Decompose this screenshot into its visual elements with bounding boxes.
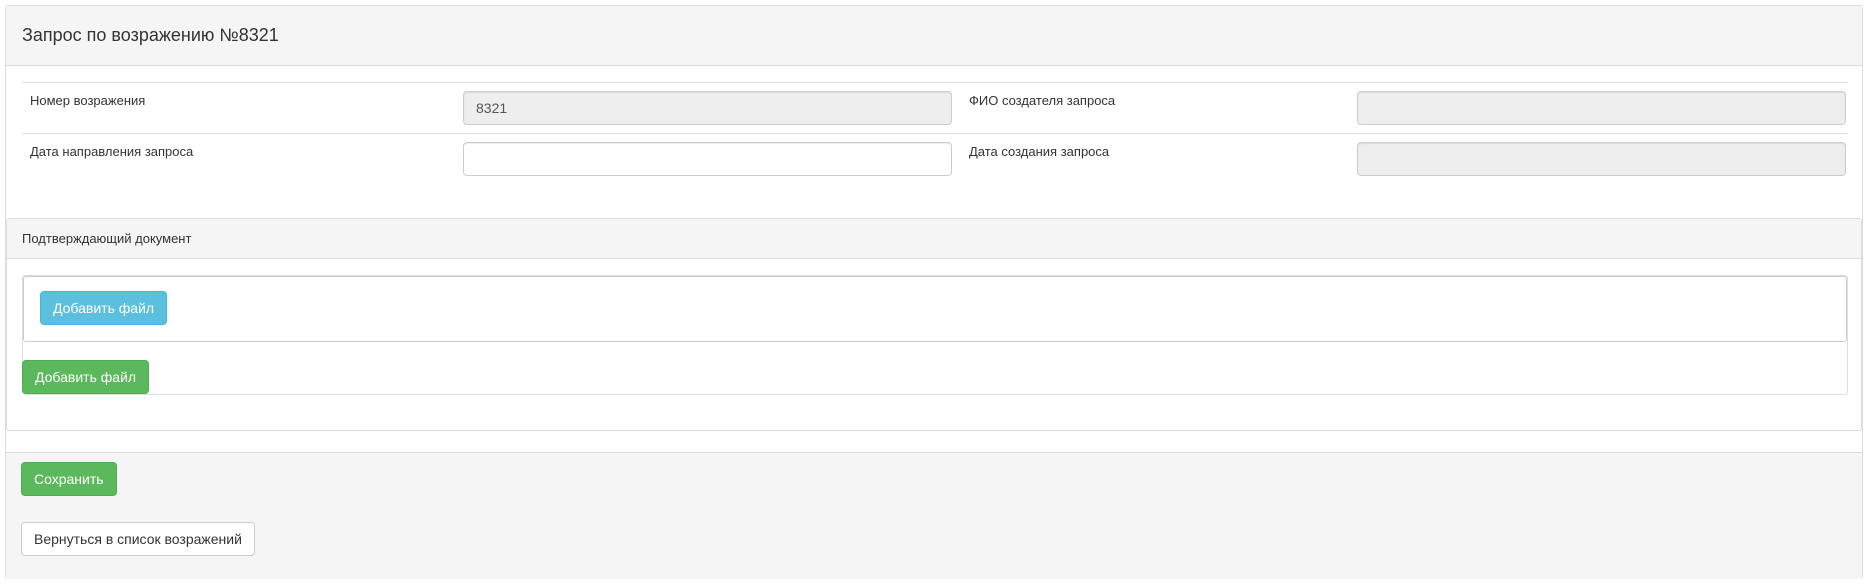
- file-upload-row: Добавить файл: [23, 276, 1847, 342]
- save-button[interactable]: Сохранить: [21, 462, 117, 496]
- request-form-table: Номер возражения ФИО создателя запроса Д…: [22, 82, 1848, 185]
- supporting-document-title: Подтверждающий документ: [22, 231, 192, 246]
- form-row-1: Номер возражения ФИО создателя запроса: [22, 83, 1848, 134]
- created-date-label: Дата создания запроса: [969, 144, 1110, 159]
- creator-name-field[interactable]: [1357, 91, 1846, 125]
- objection-request-panel: Запрос по возражению №8321 Номер возраже…: [5, 5, 1863, 579]
- panel-heading: Запрос по возражению №8321: [6, 6, 1862, 66]
- form-row-2: Дата направления запроса Дата создания з…: [22, 134, 1848, 185]
- objection-number-label: Номер возражения: [30, 93, 146, 108]
- supporting-document-panel: Подтверждающий документ Добавить файл До…: [6, 218, 1862, 431]
- page-title: Запрос по возражению №8321: [22, 25, 279, 45]
- add-file-row-button[interactable]: Добавить файл: [22, 360, 150, 394]
- add-file-button[interactable]: Добавить файл: [40, 291, 168, 325]
- creator-name-label: ФИО создателя запроса: [969, 93, 1116, 108]
- panel-footer: Сохранить Вернуться в список возражений: [6, 452, 1862, 579]
- send-date-label: Дата направления запроса: [30, 144, 194, 159]
- send-date-field[interactable]: [463, 142, 952, 176]
- back-to-list-button[interactable]: Вернуться в список возражений: [21, 522, 255, 556]
- file-list-container: Добавить файл Добавить файл: [22, 275, 1848, 395]
- objection-number-field[interactable]: [463, 91, 952, 125]
- supporting-document-heading: Подтверждающий документ: [7, 219, 1861, 259]
- created-date-field[interactable]: [1357, 142, 1846, 176]
